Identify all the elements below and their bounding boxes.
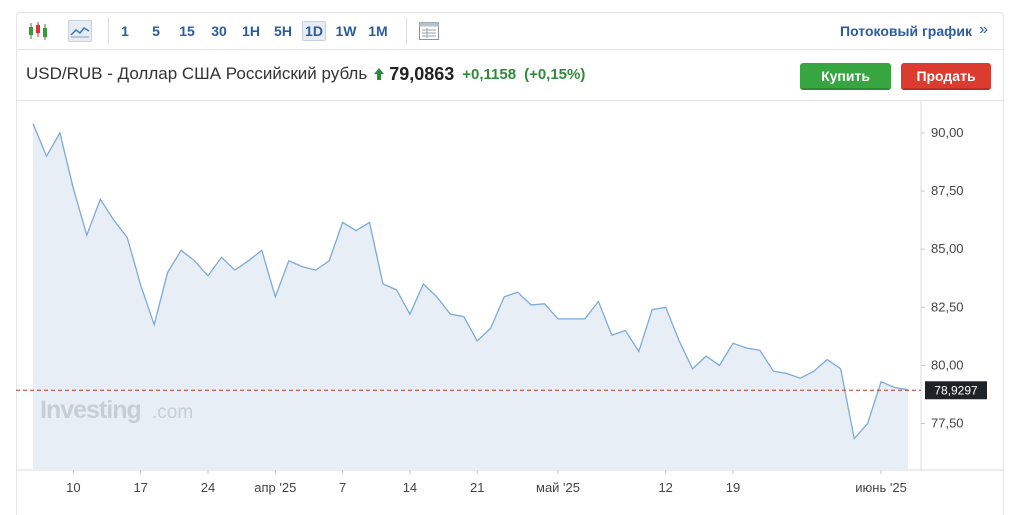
price-chart[interactable]: Investing .com 78,9297 77,50 80,00 82,50 85,00… (0, 0, 1024, 515)
y-tick-label: 85,00 (931, 241, 964, 256)
x-tick-label: 19 (726, 480, 740, 495)
x-tick-label: 24 (201, 480, 215, 495)
x-tick-label: 17 (133, 480, 147, 495)
x-tick-label: 7 (339, 480, 346, 495)
watermark-brand: Investing (40, 396, 141, 424)
x-tick-label: апр '25 (254, 480, 296, 495)
x-tick-label: 14 (403, 480, 417, 495)
y-tick-label: 80,00 (931, 357, 964, 372)
last-price-label: 78,9297 (934, 383, 978, 397)
x-tick-label: май '25 (536, 480, 580, 495)
x-tick-label: июнь '25 (855, 480, 907, 495)
x-tick-label: 12 (658, 480, 672, 495)
x-tick-label: 10 (66, 480, 80, 495)
watermark-suffix: .com (152, 402, 193, 423)
y-tick-label: 87,50 (931, 183, 964, 198)
x-tick-label: 21 (470, 480, 484, 495)
y-tick-label: 82,50 (931, 299, 964, 314)
y-tick-label: 90,00 (931, 125, 964, 140)
y-tick-label: 77,50 (931, 416, 964, 431)
